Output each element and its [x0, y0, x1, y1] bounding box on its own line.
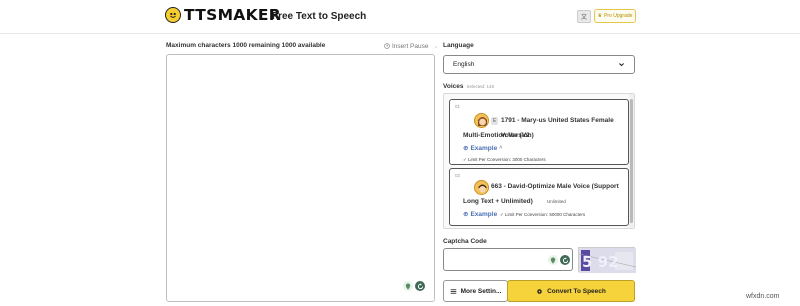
convert-label: Convert To Speech — [547, 287, 606, 295]
language-label: Language — [443, 42, 474, 49]
pro-upgrade-label: Pro Upgrade — [604, 13, 633, 19]
logo-icon — [165, 7, 181, 23]
voices-sub-label: Selected: 148 — [466, 84, 495, 89]
location-pin-icon[interactable] — [548, 255, 558, 265]
voice-limit-note: ✓ Limit Per Conversion: 3000 Characters — [463, 157, 546, 162]
textarea-tools — [403, 281, 425, 291]
captcha-text: 5 92 — [582, 253, 619, 271]
tagline: Free Text to Speech — [272, 11, 367, 22]
watermark: wfxdn.com — [746, 293, 780, 300]
insert-pause-label: Insert Pause — [392, 42, 429, 50]
language-selected-value: English — [453, 61, 475, 68]
character-limit-text: Maximum characters 1000 remaining 1000 a… — [166, 42, 326, 49]
brand-logo[interactable]: TTSMAKER — [165, 7, 281, 23]
gear-icon — [537, 288, 542, 294]
check-icon: ✓ — [500, 212, 504, 217]
voices-label: Voices Selected: 148 — [443, 83, 495, 90]
voice-option[interactable]: 01 E 1791 - Mary-us United States Female… — [449, 99, 629, 165]
play-icon: ⊕ — [463, 145, 469, 152]
play-icon: ⊕ — [463, 211, 469, 218]
convert-to-speech-button[interactable]: Convert To Speech — [507, 280, 635, 302]
voice-example-button[interactable]: ⊕ Example ˄ — [463, 144, 503, 153]
female-avatar-icon — [474, 113, 489, 128]
emotion-tag: E — [491, 117, 498, 125]
voice-option[interactable]: 02 663 - David-Optimize Male Voice (Supp… — [449, 168, 629, 226]
voice-title-line1: 663 - David-Optimize Male Voice (Support — [491, 183, 619, 190]
voice-example-button[interactable]: ⊕ Example — [463, 210, 497, 219]
captcha-image[interactable]: 5 92 — [578, 247, 637, 273]
refresh-icon[interactable] — [415, 281, 425, 291]
settings-icon — [450, 288, 456, 294]
refresh-icon[interactable] — [560, 255, 570, 265]
captcha-input[interactable] — [443, 248, 573, 271]
chevron-down-icon — [619, 63, 624, 67]
voice-title-line2: Long Text + Unlimited) — [463, 198, 533, 205]
crown-icon: ♛ — [597, 13, 603, 19]
more-settings-label: More Settin... — [460, 287, 502, 295]
location-pin-icon[interactable] — [403, 281, 413, 291]
voice-title-line2: Multi-Emotion Version) — [463, 132, 534, 139]
captcha-label: Captcha Code — [443, 238, 487, 245]
language-switch-button[interactable]: 文 — [577, 10, 591, 23]
language-select[interactable]: English — [443, 55, 635, 74]
unlimited-badge: Unlimited — [547, 199, 566, 204]
more-settings-button[interactable]: More Settin... — [443, 280, 508, 302]
voice-number: 01 — [455, 104, 461, 109]
voices-list[interactable]: 01 E 1791 - Mary-us United States Female… — [443, 93, 635, 229]
voices-scrollbar-thumb[interactable] — [630, 99, 633, 223]
insert-pause-button[interactable]: Insert Pause ⌄ — [384, 42, 439, 50]
translate-icon: 文 — [580, 15, 587, 21]
text-input-area[interactable] — [166, 54, 435, 302]
check-icon: ✓ — [463, 157, 467, 162]
voice-number: 02 — [455, 173, 461, 178]
top-header: TTSMAKER Free Text to Speech 文 ♛ Pro Upg… — [0, 0, 800, 34]
chevron-up-icon: ˄ — [499, 145, 503, 151]
voice-limit-note: ✓ Limit Per Conversion: 50000 Characters — [500, 212, 586, 217]
chevron-down-icon: ⌄ — [433, 43, 439, 50]
clock-icon — [384, 43, 390, 49]
male-avatar-icon — [474, 180, 489, 195]
pro-upgrade-button[interactable]: ♛ Pro Upgrade — [594, 9, 636, 23]
brand-name: TTSMAKER — [184, 6, 282, 24]
